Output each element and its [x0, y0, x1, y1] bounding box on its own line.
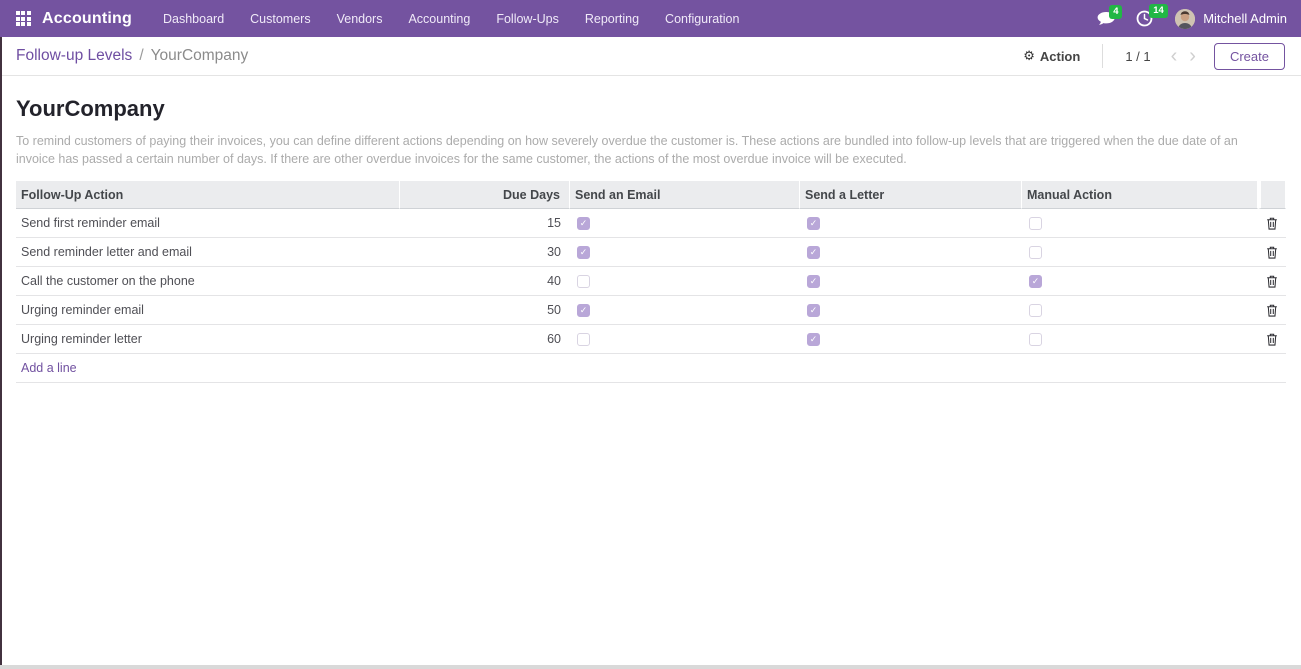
menu-item-follow-ups[interactable]: Follow-Ups	[483, 0, 572, 37]
column-header-due-days[interactable]: Due Days	[400, 181, 570, 209]
user-avatar	[1175, 9, 1195, 29]
systray: 4 14 Mitchell Admin	[1076, 0, 1301, 37]
send-email-checkbox[interactable]	[577, 333, 590, 346]
menu-item-accounting[interactable]: Accounting	[395, 0, 483, 37]
column-header-send-email[interactable]: Send an Email	[570, 181, 800, 209]
delete-row-button[interactable]	[1258, 238, 1286, 266]
manual-action-checkbox[interactable]	[1029, 275, 1042, 288]
pager-next-button[interactable]: ›	[1189, 49, 1196, 63]
table-row[interactable]: Call the customer on the phone 40	[16, 267, 1286, 296]
manual-action-checkbox[interactable]	[1029, 304, 1042, 317]
followup-action-cell[interactable]: Urging reminder email	[16, 296, 400, 324]
column-header-manual-action[interactable]: Manual Action	[1022, 181, 1258, 209]
menu-item-configuration[interactable]: Configuration	[652, 0, 752, 37]
column-header-delete	[1258, 181, 1286, 209]
control-panel: Follow-up Levels / YourCompany ⚙ Action …	[0, 37, 1301, 76]
menu-item-reporting[interactable]: Reporting	[572, 0, 652, 37]
trash-icon	[1266, 333, 1278, 346]
add-a-line-link[interactable]: Add a line	[21, 361, 77, 375]
activities-count-badge: 14	[1149, 4, 1168, 18]
app-brand[interactable]: Accounting	[40, 10, 142, 28]
window-bottom-edge	[0, 665, 1301, 669]
manual-action-checkbox[interactable]	[1029, 333, 1042, 346]
followup-action-cell[interactable]: Call the customer on the phone	[16, 267, 400, 295]
window-left-edge	[0, 37, 2, 665]
followup-action-cell[interactable]: Send first reminder email	[16, 209, 400, 237]
delete-row-button[interactable]	[1258, 296, 1286, 324]
due-days-cell[interactable]: 15	[400, 209, 570, 237]
create-button[interactable]: Create	[1214, 43, 1285, 70]
trash-icon	[1266, 275, 1278, 288]
menu-item-customers[interactable]: Customers	[237, 0, 323, 37]
manual-action-checkbox[interactable]	[1029, 246, 1042, 259]
action-label: Action	[1040, 49, 1080, 64]
form-sheet: YourCompany To remind customers of payin…	[0, 96, 1301, 383]
delete-row-button[interactable]	[1258, 209, 1286, 237]
column-header-send-letter[interactable]: Send a Letter	[800, 181, 1022, 209]
gear-icon: ⚙	[1023, 48, 1035, 64]
send-email-checkbox[interactable]	[577, 275, 590, 288]
trash-icon	[1266, 304, 1278, 317]
send-letter-checkbox[interactable]	[807, 246, 820, 259]
menu-item-dashboard[interactable]: Dashboard	[150, 0, 237, 37]
user-menu-button[interactable]: Mitchell Admin	[1175, 9, 1287, 29]
messages-button[interactable]: 4	[1096, 11, 1116, 27]
delete-row-button[interactable]	[1258, 325, 1286, 353]
apps-menu-button[interactable]	[6, 0, 40, 37]
add-line-row: Add a line	[16, 354, 1286, 383]
action-menu-button[interactable]: ⚙ Action	[1023, 48, 1080, 64]
breadcrumb-separator: /	[139, 47, 143, 65]
send-letter-checkbox[interactable]	[807, 217, 820, 230]
control-panel-divider	[1102, 44, 1103, 68]
send-email-checkbox[interactable]	[577, 246, 590, 259]
delete-row-button[interactable]	[1258, 267, 1286, 295]
send-letter-checkbox[interactable]	[807, 333, 820, 346]
table-row[interactable]: Send first reminder email 15	[16, 209, 1286, 238]
top-navbar: Accounting DashboardCustomersVendorsAcco…	[0, 0, 1301, 37]
followup-action-cell[interactable]: Urging reminder letter	[16, 325, 400, 353]
breadcrumb: Follow-up Levels / YourCompany	[16, 47, 248, 65]
table-row[interactable]: Urging reminder letter 60	[16, 325, 1286, 354]
page-title: YourCompany	[16, 96, 1286, 122]
pager-value: 1 / 1	[1125, 49, 1150, 64]
send-email-checkbox[interactable]	[577, 304, 590, 317]
trash-icon	[1266, 246, 1278, 259]
due-days-cell[interactable]: 50	[400, 296, 570, 324]
table-row[interactable]: Urging reminder email 50	[16, 296, 1286, 325]
column-header-followup-action[interactable]: Follow-Up Action	[16, 181, 400, 209]
due-days-cell[interactable]: 40	[400, 267, 570, 295]
breadcrumb-parent-link[interactable]: Follow-up Levels	[16, 47, 132, 65]
apps-grid-icon	[16, 11, 31, 26]
due-days-cell[interactable]: 60	[400, 325, 570, 353]
main-menu: DashboardCustomersVendorsAccountingFollo…	[150, 0, 752, 37]
messages-count-badge: 4	[1109, 5, 1122, 19]
followup-action-cell[interactable]: Send reminder letter and email	[16, 238, 400, 266]
breadcrumb-current: YourCompany	[151, 47, 249, 65]
menu-item-vendors[interactable]: Vendors	[324, 0, 396, 37]
table-row[interactable]: Send reminder letter and email 30	[16, 238, 1286, 267]
table-body: Send first reminder email 15 Send remind…	[16, 209, 1286, 354]
send-email-checkbox[interactable]	[577, 217, 590, 230]
manual-action-checkbox[interactable]	[1029, 217, 1042, 230]
trash-icon	[1266, 217, 1278, 230]
pager-previous-button[interactable]: ‹	[1171, 49, 1178, 63]
due-days-cell[interactable]: 30	[400, 238, 570, 266]
followup-description: To remind customers of paying their invo…	[16, 132, 1264, 168]
activities-button[interactable]: 14	[1136, 10, 1153, 27]
send-letter-checkbox[interactable]	[807, 304, 820, 317]
user-name: Mitchell Admin	[1203, 11, 1287, 26]
table-header-row: Follow-Up Action Due Days Send an Email …	[16, 181, 1286, 209]
followup-levels-table: Follow-Up Action Due Days Send an Email …	[16, 181, 1286, 383]
send-letter-checkbox[interactable]	[807, 275, 820, 288]
